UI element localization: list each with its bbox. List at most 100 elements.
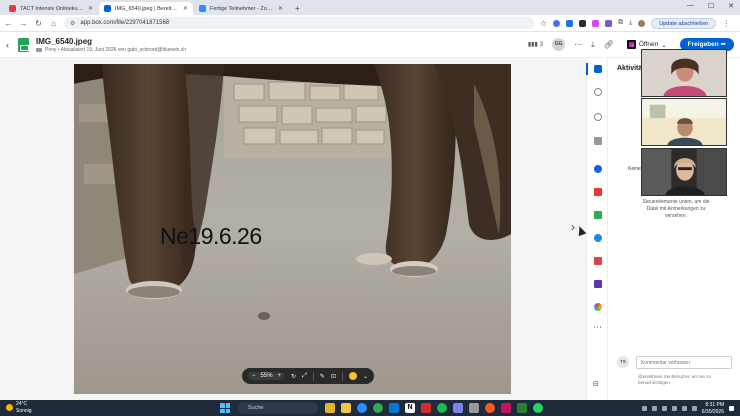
video-tile-2[interactable] bbox=[641, 98, 727, 146]
relations-icon[interactable] bbox=[594, 137, 602, 145]
collapse-panel-icon[interactable]: ⊟ bbox=[593, 380, 599, 388]
browser-tab-2[interactable]: IMG_6540.jpeg | Bereitgestellt ✕ bbox=[99, 2, 193, 15]
volume-icon[interactable] bbox=[681, 406, 687, 411]
profile-avatar[interactable] bbox=[638, 19, 646, 27]
taskbar-app-icon[interactable] bbox=[437, 403, 447, 413]
taskbar-app-icon[interactable] bbox=[373, 403, 383, 413]
divider bbox=[312, 371, 314, 381]
app-icon-teal[interactable] bbox=[594, 234, 602, 242]
download-icon[interactable]: ⤓ bbox=[629, 19, 632, 27]
taskbar-app-icon[interactable] bbox=[341, 403, 351, 413]
menu-dots-icon[interactable]: ⋮ bbox=[722, 19, 730, 28]
divider bbox=[341, 371, 343, 381]
weather-widget[interactable]: 24°C Sonnig bbox=[6, 401, 32, 414]
taskbar-app-icon[interactable] bbox=[533, 403, 543, 413]
tray-icon[interactable] bbox=[651, 406, 657, 411]
activity-icon[interactable] bbox=[594, 65, 602, 73]
back-icon[interactable]: ← bbox=[4, 19, 13, 28]
taskbar-search[interactable]: Suche bbox=[238, 402, 318, 414]
zoom-in-button[interactable]: + bbox=[278, 373, 282, 379]
activity-title: Aktivitä bbox=[617, 65, 643, 72]
view-count[interactable]: ▮▮▮ 3 bbox=[528, 41, 543, 49]
extension-icon[interactable] bbox=[553, 19, 561, 27]
photo-caption: Ne19.6.26 bbox=[160, 223, 262, 249]
folder-icon bbox=[36, 48, 42, 52]
home-icon[interactable]: ⌂ bbox=[49, 19, 58, 28]
file-meta-text[interactable]: Pony • Aktualisiert 19. Juni 2026 von ga… bbox=[45, 47, 186, 53]
close-window-icon[interactable]: ✕ bbox=[728, 2, 734, 10]
zoom-out-button[interactable]: − bbox=[252, 373, 256, 379]
details-icon[interactable] bbox=[594, 88, 602, 96]
classification-icon[interactable] bbox=[594, 113, 602, 121]
battery-icon[interactable] bbox=[691, 406, 697, 411]
file-meta: Pony • Aktualisiert 19. Juni 2026 von ga… bbox=[36, 47, 186, 53]
share-label: Freigeben bbox=[687, 41, 719, 48]
taskbar-app-icon[interactable] bbox=[501, 403, 511, 413]
video-tile-1[interactable] bbox=[641, 49, 727, 97]
taskbar-app-icon[interactable] bbox=[453, 403, 463, 413]
wifi-icon[interactable] bbox=[671, 406, 677, 411]
close-icon[interactable]: ✕ bbox=[278, 5, 283, 12]
taskbar-app-icon[interactable] bbox=[485, 403, 495, 413]
draw-icon[interactable]: ✎ bbox=[320, 373, 325, 380]
browser-toolbar: ← → ↻ ⌂ ⚙ app.box.com/file/2297041871568… bbox=[0, 15, 740, 32]
extension-icon[interactable] bbox=[579, 19, 587, 27]
puzzle-icon[interactable]: ⧉ bbox=[618, 19, 623, 27]
url-text: app.box.com/file/2297041871568 bbox=[80, 20, 170, 26]
extension-icon[interactable] bbox=[605, 19, 613, 27]
weather-condition: Sonnig bbox=[16, 407, 32, 414]
close-icon[interactable]: ✕ bbox=[88, 5, 93, 12]
point-annotation-icon[interactable]: ⊡ bbox=[331, 373, 336, 380]
forward-icon[interactable]: → bbox=[19, 19, 28, 28]
video-tile-3[interactable] bbox=[641, 148, 727, 196]
annotation-color-picker[interactable] bbox=[348, 372, 357, 380]
tab-title: IMG_6540.jpeg | Bereitgestellt bbox=[115, 5, 179, 12]
maximize-icon[interactable]: ☐ bbox=[708, 2, 714, 10]
chevron-down-icon[interactable]: ⌄ bbox=[363, 373, 368, 380]
taskbar-app-icon[interactable] bbox=[325, 403, 335, 413]
app-icon-multicolor[interactable] bbox=[594, 303, 602, 311]
link-icon[interactable]: 🔗︎ bbox=[604, 40, 614, 49]
taskbar-app-icon[interactable]: N bbox=[405, 403, 415, 413]
participant-video bbox=[642, 50, 726, 96]
reload-icon[interactable]: ↻ bbox=[34, 19, 43, 28]
new-tab-button[interactable]: + bbox=[289, 2, 306, 15]
gmail-icon[interactable] bbox=[594, 257, 602, 265]
collaborator-avatar[interactable]: GG bbox=[552, 38, 566, 51]
windows-start-icon[interactable] bbox=[220, 403, 230, 413]
close-icon[interactable]: ✕ bbox=[183, 5, 188, 12]
extension-icon[interactable] bbox=[592, 19, 600, 27]
extension-icons: ☆ ⧉ ⤓ Update abschließen ⋮ bbox=[540, 17, 730, 29]
bookmark-star-icon[interactable]: ☆ bbox=[540, 19, 547, 28]
app-icon-green[interactable] bbox=[594, 211, 602, 219]
rotate-icon[interactable]: ↻ bbox=[291, 373, 296, 380]
site-info-icon[interactable]: ⚙ bbox=[70, 20, 75, 27]
next-file-icon[interactable]: › bbox=[571, 220, 575, 234]
file-preview: Ne19.6.26 › − 55% + ↻ ⤢ ✎ ⊡ ⌄ bbox=[0, 58, 587, 400]
browser-tab-1[interactable]: TACT Intensiv Onlinekurs V1 ✕ bbox=[4, 2, 98, 15]
minimize-icon[interactable]: — bbox=[687, 2, 694, 10]
tray-icon[interactable] bbox=[641, 406, 647, 411]
taskbar-app-icon[interactable] bbox=[517, 403, 527, 413]
fullscreen-icon[interactable]: ⤢ bbox=[302, 373, 307, 380]
address-bar[interactable]: ⚙ app.box.com/file/2297041871568 bbox=[64, 17, 534, 29]
clock[interactable]: 8:31 PM 6/30/2026 bbox=[702, 402, 724, 415]
back-chevron-icon[interactable]: ‹ bbox=[6, 40, 9, 50]
comment-hint: @erwähnen Sie Benutzer, um sie zu benach… bbox=[638, 374, 711, 386]
taskbar-app-icon[interactable] bbox=[469, 403, 479, 413]
app-icon-blue[interactable] bbox=[594, 165, 602, 173]
browser-tab-3[interactable]: Fertige Teilnehmer - Zoom ✕ bbox=[194, 2, 288, 15]
app-icon-purple[interactable] bbox=[594, 280, 602, 288]
comment-input[interactable] bbox=[636, 356, 732, 369]
more-options-icon[interactable]: ⋯ bbox=[574, 40, 582, 49]
taskbar-app-icon[interactable] bbox=[357, 403, 367, 413]
download-icon[interactable]: ⤓ bbox=[591, 40, 595, 50]
tray-icon[interactable] bbox=[661, 406, 667, 411]
extension-icon[interactable] bbox=[566, 19, 574, 27]
taskbar-app-icon[interactable] bbox=[389, 403, 399, 413]
taskbar-app-icon[interactable] bbox=[421, 403, 431, 413]
app-icon-red[interactable] bbox=[594, 188, 602, 196]
notification-icon[interactable] bbox=[729, 406, 734, 411]
update-button[interactable]: Update abschließen bbox=[651, 17, 717, 29]
more-apps-icon[interactable]: ⋯ bbox=[593, 322, 602, 333]
